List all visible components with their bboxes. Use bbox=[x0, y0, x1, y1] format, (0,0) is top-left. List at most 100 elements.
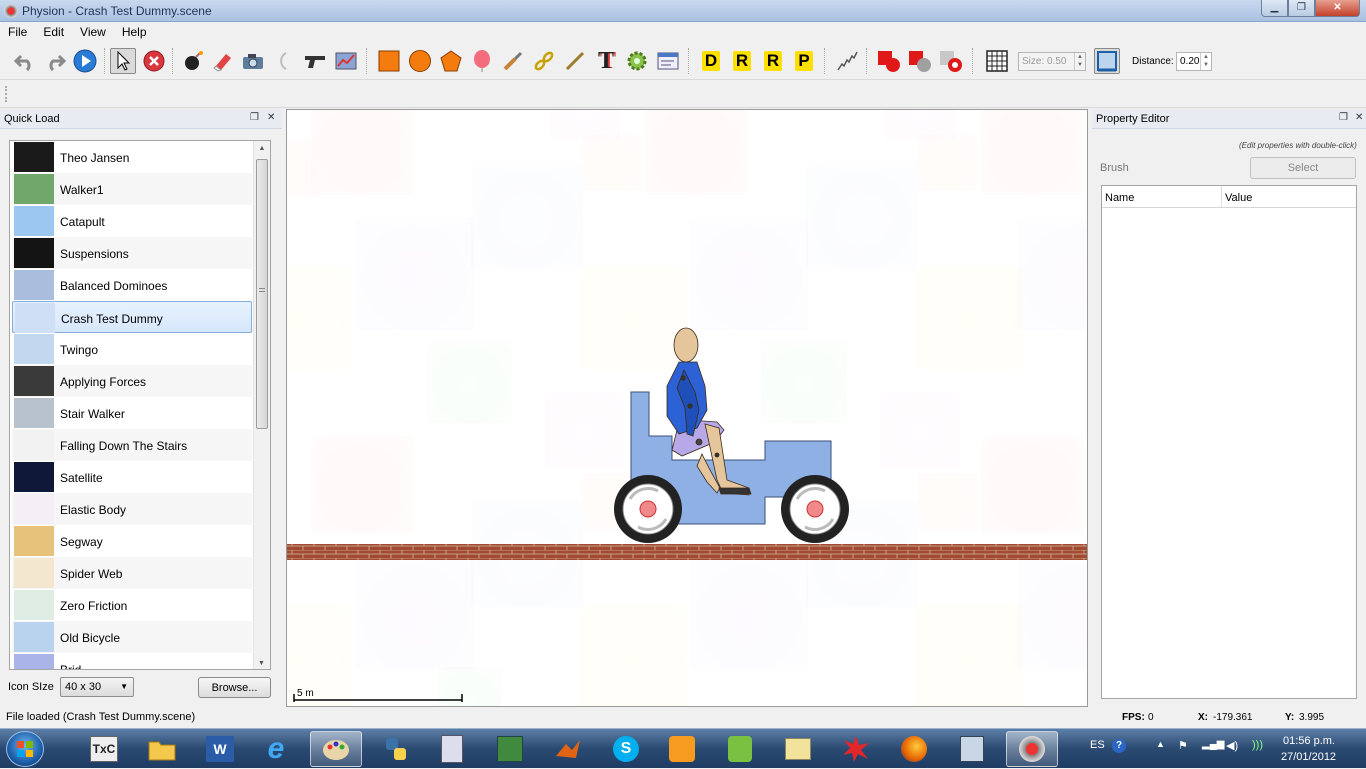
physion-taskbar-icon[interactable] bbox=[1006, 731, 1058, 767]
list-item[interactable]: Brid... bbox=[12, 653, 252, 669]
rectangle-tool-icon[interactable] bbox=[376, 48, 402, 74]
spring-icon[interactable] bbox=[834, 48, 860, 74]
simulation-canvas[interactable]: 5 m bbox=[286, 109, 1088, 707]
help-icon[interactable]: ? bbox=[1112, 739, 1126, 753]
slider-joint-icon[interactable] bbox=[938, 48, 964, 74]
play-icon[interactable] bbox=[72, 48, 98, 74]
list-item[interactable]: Elastic Body bbox=[12, 493, 252, 525]
list-item[interactable]: Suspensions bbox=[12, 237, 252, 269]
clock-time[interactable]: 01:56 p.m. bbox=[1283, 735, 1335, 747]
burst-taskbar-icon[interactable] bbox=[830, 731, 882, 767]
list-item[interactable]: Segway bbox=[12, 525, 252, 557]
clock-date[interactable]: 27/01/2012 bbox=[1281, 751, 1336, 763]
filemanager-taskbar-icon[interactable] bbox=[946, 731, 998, 767]
grid-size-spinner[interactable]: Size: 0.50 ▲ ▼ bbox=[1018, 52, 1086, 71]
star-decoration bbox=[1035, 234, 1087, 314]
circle-tool-icon[interactable] bbox=[407, 48, 433, 74]
rp-tool-button[interactable]: R bbox=[760, 48, 786, 74]
list-item[interactable]: Twingo bbox=[12, 333, 252, 365]
distance-spinner[interactable]: 0.20 ▲ ▼ bbox=[1176, 52, 1212, 71]
network-icon[interactable]: ⚑ bbox=[1178, 739, 1188, 752]
maximize-button[interactable]: ❐ bbox=[1288, 0, 1315, 17]
redo-icon[interactable] bbox=[42, 48, 68, 74]
spreadsheet-taskbar-icon[interactable] bbox=[484, 731, 536, 767]
paint-taskbar-icon[interactable] bbox=[310, 731, 362, 767]
explorer-taskbar-icon[interactable] bbox=[136, 731, 188, 767]
properties-icon[interactable] bbox=[655, 48, 681, 74]
graph-icon[interactable] bbox=[333, 48, 359, 74]
texmaker-taskbar-icon[interactable]: TxC bbox=[78, 731, 130, 767]
float-panel-icon[interactable]: ❐ bbox=[1339, 112, 1348, 123]
signal-icon[interactable]: ▂▄▆ bbox=[1202, 739, 1224, 750]
rope-icon[interactable] bbox=[270, 48, 296, 74]
camera-icon[interactable] bbox=[240, 48, 266, 74]
menu-help[interactable]: Help bbox=[114, 22, 155, 39]
chain-tool-icon[interactable] bbox=[531, 48, 557, 74]
list-item[interactable]: Catapult bbox=[12, 205, 252, 237]
select-button[interactable]: Select bbox=[1250, 157, 1356, 179]
word-taskbar-icon[interactable]: W bbox=[194, 731, 246, 767]
fixed-joint-icon[interactable] bbox=[876, 48, 902, 74]
snap-distance-icon[interactable] bbox=[1094, 48, 1120, 74]
eraser-icon[interactable] bbox=[210, 48, 236, 74]
gun-icon[interactable] bbox=[302, 48, 328, 74]
quick-load-scrollbar[interactable]: ▲ ▼ bbox=[253, 141, 270, 669]
text-tool-icon[interactable]: T bbox=[593, 48, 619, 74]
delete-icon[interactable] bbox=[141, 48, 167, 74]
close-button[interactable]: ✕ bbox=[1315, 0, 1360, 17]
language-indicator[interactable]: ES bbox=[1090, 739, 1105, 751]
column-header-value[interactable]: Value bbox=[1225, 192, 1252, 204]
firefox-taskbar-icon[interactable] bbox=[888, 731, 940, 767]
list-item[interactable]: Stair Walker bbox=[12, 397, 252, 429]
wifi-icon[interactable]: ))) bbox=[1252, 739, 1263, 751]
select-cursor-icon[interactable] bbox=[110, 48, 136, 74]
close-panel-icon[interactable]: ✕ bbox=[267, 112, 275, 123]
p-tool-button[interactable]: P bbox=[791, 48, 817, 74]
scrollbar-thumb[interactable] bbox=[256, 159, 268, 429]
y-coord-label: Y: bbox=[1285, 712, 1295, 723]
list-item[interactable]: Satellite bbox=[12, 461, 252, 493]
calculator-taskbar-icon[interactable] bbox=[426, 731, 478, 767]
gear-icon[interactable] bbox=[624, 48, 650, 74]
scene-name: Crash Test Dummy bbox=[61, 312, 163, 326]
column-header-name[interactable]: Name bbox=[1105, 192, 1134, 204]
star-decoration bbox=[995, 112, 1069, 181]
polygon-tool-icon[interactable] bbox=[438, 48, 464, 74]
list-item[interactable]: Balanced Dominoes bbox=[12, 269, 252, 301]
menu-view[interactable]: View bbox=[72, 22, 114, 39]
start-button[interactable] bbox=[6, 731, 44, 767]
icon-size-select[interactable]: 40 x 30 ▼ bbox=[60, 677, 134, 697]
menu-edit[interactable]: Edit bbox=[35, 22, 72, 39]
volume-icon[interactable]: ◀) bbox=[1226, 739, 1238, 752]
list-item[interactable]: Crash Test Dummy bbox=[12, 301, 252, 333]
list-item[interactable]: Walker1 bbox=[12, 173, 252, 205]
browse-button[interactable]: Browse... bbox=[198, 677, 271, 698]
list-item[interactable]: Spider Web bbox=[12, 557, 252, 589]
balloon-tool-icon[interactable] bbox=[469, 48, 495, 74]
list-item[interactable]: Zero Friction bbox=[12, 589, 252, 621]
list-item[interactable]: Falling Down The Stairs bbox=[12, 429, 252, 461]
matlab-taskbar-icon[interactable] bbox=[542, 731, 594, 767]
evernote-taskbar-icon[interactable] bbox=[714, 731, 766, 767]
minimize-button[interactable]: ▁ bbox=[1261, 0, 1288, 17]
d-tool-button[interactable]: D bbox=[698, 48, 724, 74]
list-item[interactable]: Applying Forces bbox=[12, 365, 252, 397]
list-item[interactable]: Old Bicycle bbox=[12, 621, 252, 653]
r-tool-button[interactable]: R bbox=[729, 48, 755, 74]
skype-taskbar-icon[interactable]: S bbox=[600, 731, 652, 767]
bomb-icon[interactable] bbox=[180, 48, 206, 74]
media-player-taskbar-icon[interactable] bbox=[656, 731, 708, 767]
list-item[interactable]: Theo Jansen bbox=[12, 141, 252, 173]
tray-arrow-icon[interactable]: ▲ bbox=[1156, 739, 1165, 749]
app-taskbar-icon[interactable] bbox=[772, 731, 824, 767]
grid-icon[interactable] bbox=[984, 48, 1010, 74]
brush-tool-icon[interactable] bbox=[500, 48, 526, 74]
ie-taskbar-icon[interactable]: e bbox=[250, 731, 302, 767]
menu-file[interactable]: File bbox=[0, 22, 35, 39]
rod-tool-icon[interactable] bbox=[562, 48, 588, 74]
python-taskbar-icon[interactable] bbox=[370, 731, 422, 767]
pin-joint-icon[interactable] bbox=[907, 48, 933, 74]
close-panel-icon[interactable]: ✕ bbox=[1355, 112, 1363, 123]
undo-icon[interactable] bbox=[12, 48, 38, 74]
float-panel-icon[interactable]: ❐ bbox=[250, 112, 259, 123]
